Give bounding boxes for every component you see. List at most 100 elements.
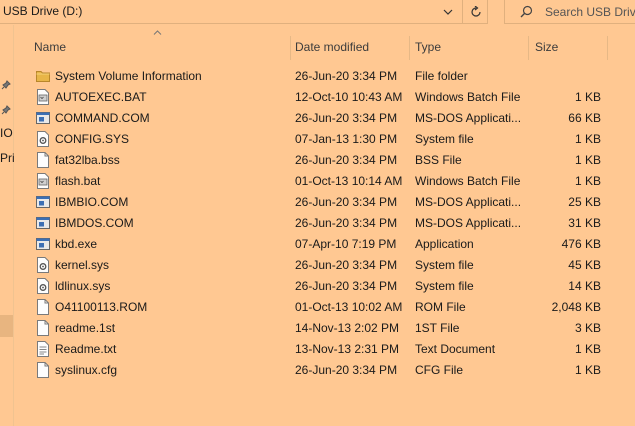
file-date-modified: 07-Jan-13 1:30 PM [295, 132, 398, 146]
column-header-type[interactable]: Type [410, 36, 528, 60]
file-size: 1 KB [574, 132, 601, 146]
file-name: kbd.exe [55, 237, 98, 251]
column-header-size[interactable]: Size [529, 36, 607, 60]
file-date-modified: 26-Jun-20 3:34 PM [295, 363, 398, 377]
search-input[interactable]: Search USB Drive [545, 5, 635, 19]
file-date-modified: 26-Jun-20 3:34 PM [295, 195, 398, 209]
file-size: 45 KB [568, 258, 601, 272]
file-date-modified: 26-Jun-20 3:34 PM [295, 153, 398, 167]
batch-file-icon [36, 89, 50, 105]
application-icon [36, 194, 50, 210]
file-row[interactable]: kbd.exe 07-Apr-10 7:19 PM Application 476 K… [0, 233, 620, 254]
file-type: Text Document [415, 342, 496, 356]
address-bar[interactable]: USB Drive (D:) [0, 0, 488, 24]
file-size: 1 KB [574, 153, 601, 167]
system-file-icon [36, 131, 50, 147]
file-date-modified: 14-Nov-13 2:02 PM [295, 321, 400, 335]
file-size: 2,048 KB [551, 300, 601, 314]
file-name: CONFIG.SYS [55, 132, 130, 146]
file-row[interactable]: fat32lba.bss 26-Jun-20 3:34 PM BSS File 1 K… [0, 149, 620, 170]
column-divider[interactable] [607, 36, 608, 60]
file-name: O41100113.ROM [55, 300, 148, 314]
text-document-icon [36, 341, 50, 357]
folder-icon [36, 68, 50, 84]
file-row[interactable]: COMMAND.COM 26-Jun-20 3:34 PM MS-DOS Appli… [0, 107, 620, 128]
file-name: AUTOEXEC.BAT [55, 90, 147, 104]
column-header-date[interactable]: Date modified [291, 36, 409, 60]
file-size: 3 KB [574, 321, 601, 335]
address-dropdown-button[interactable] [437, 0, 459, 24]
file-type: BSS File [415, 153, 462, 167]
file-size: 25 KB [568, 195, 601, 209]
system-file-icon [36, 257, 50, 273]
search-box[interactable]: Search USB Drive [504, 0, 635, 24]
file-date-modified: 26-Jun-20 3:34 PM [295, 216, 398, 230]
system-file-icon [36, 278, 50, 294]
refresh-button[interactable] [462, 0, 488, 24]
file-type: CFG File [415, 363, 463, 377]
file-date-modified: 12-Oct-10 10:43 AM [295, 90, 403, 104]
file-icon [36, 299, 50, 315]
file-type: System file [415, 258, 474, 272]
file-name: ldlinux.sys [55, 279, 111, 293]
file-date-modified: 26-Jun-20 3:34 PM [295, 111, 398, 125]
file-row[interactable]: AUTOEXEC.BAT 12-Oct-10 10:43 AM Windows Ba… [0, 86, 620, 107]
refresh-icon [470, 6, 481, 17]
file-size: 14 KB [568, 279, 601, 293]
address-path[interactable]: USB Drive (D:) [3, 4, 82, 18]
file-type: ROM File [415, 300, 466, 314]
file-date-modified: 13-Nov-13 2:31 PM [295, 342, 400, 356]
file-size: 1 KB [574, 90, 601, 104]
file-name: Readme.txt [55, 342, 117, 356]
search-icon [520, 5, 533, 18]
file-date-modified: 26-Jun-20 3:34 PM [295, 258, 398, 272]
application-icon [36, 110, 50, 126]
file-name: flash.bat [55, 174, 101, 188]
file-row[interactable]: kernel.sys 26-Jun-20 3:34 PM System file 45… [0, 254, 620, 275]
file-size: 1 KB [574, 363, 601, 377]
file-name: kernel.sys [55, 258, 110, 272]
file-size: 1 KB [574, 342, 601, 356]
file-type: 1ST File [415, 321, 460, 335]
file-date-modified: 26-Jun-20 3:34 PM [295, 279, 398, 293]
file-row[interactable]: Readme.txt 13-Nov-13 2:31 PM Text Document… [0, 338, 620, 359]
file-type: File folder [415, 69, 468, 83]
file-name: fat32lba.bss [55, 153, 120, 167]
sort-ascending-icon [153, 30, 162, 35]
file-name: IBMBIO.COM [55, 195, 129, 209]
file-row[interactable]: System Volume Information 26-Jun-20 3:34 … [0, 65, 620, 86]
file-row[interactable]: flash.bat 01-Oct-13 10:14 AM Windows Batch… [0, 170, 620, 191]
file-size: 476 KB [561, 237, 601, 251]
column-header-name[interactable]: Name [20, 36, 290, 60]
file-type: System file [415, 132, 474, 146]
file-row[interactable]: O41100113.ROM 01-Oct-13 10:02 AM ROM File 2… [0, 296, 620, 317]
file-row[interactable]: ldlinux.sys 26-Jun-20 3:34 PM System file 1… [0, 275, 620, 296]
file-size: 66 KB [568, 111, 601, 125]
file-name: COMMAND.COM [55, 111, 150, 125]
file-size: 31 KB [568, 216, 601, 230]
application-icon [36, 236, 50, 252]
file-type: Windows Batch File [415, 174, 521, 188]
file-name: readme.1st [55, 321, 116, 335]
file-type: Windows Batch File [415, 90, 521, 104]
batch-file-icon [36, 173, 50, 189]
file-type: MS-DOS Applicati... [415, 216, 522, 230]
file-name: IBMDOS.COM [55, 216, 134, 230]
file-row[interactable]: CONFIG.SYS 07-Jan-13 1:30 PM System file 1 … [0, 128, 620, 149]
application-icon [36, 215, 50, 231]
file-icon [36, 152, 50, 168]
file-type: Application [415, 237, 474, 251]
file-date-modified: 01-Oct-13 10:14 AM [295, 174, 403, 188]
file-type: System file [415, 279, 474, 293]
chevron-down-icon [443, 9, 453, 15]
file-row[interactable]: syslinux.cfg 26-Jun-20 3:34 PM CFG File 1 K… [0, 359, 620, 380]
file-row[interactable]: IBMBIO.COM 26-Jun-20 3:34 PM MS-DOS Applic… [0, 191, 620, 212]
file-type: MS-DOS Applicati... [415, 195, 522, 209]
file-date-modified: 26-Jun-20 3:34 PM [295, 69, 398, 83]
file-date-modified: 01-Oct-13 10:02 AM [295, 300, 403, 314]
file-icon [36, 362, 50, 378]
file-row[interactable]: IBMDOS.COM 26-Jun-20 3:34 PM MS-DOS Applic… [0, 212, 620, 233]
file-row[interactable]: readme.1st 14-Nov-13 2:02 PM 1ST File 3 KB [0, 317, 620, 338]
file-name: syslinux.cfg [55, 363, 118, 377]
file-size: 1 KB [574, 174, 601, 188]
